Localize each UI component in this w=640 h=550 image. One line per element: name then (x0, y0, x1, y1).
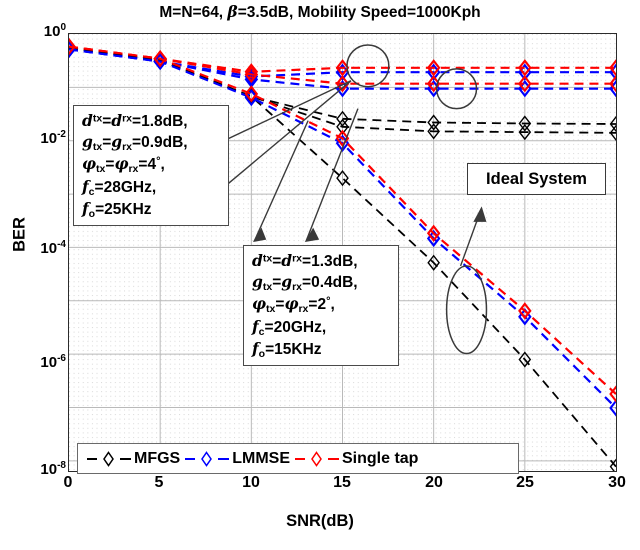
anno-a-fc-value: 28GHz, (103, 178, 157, 196)
x-tick-3: 15 (333, 474, 351, 491)
y-tick-1-exp: -2 (57, 129, 66, 140)
x-tick-4: 20 (425, 474, 443, 491)
legend-swatch-mfgs (87, 450, 131, 467)
chart-title-mid: =3.5dB, Mobility Speed=1000Kph (237, 4, 481, 21)
y-tick-3: 10-6 (40, 353, 66, 371)
y-tick-4-exp: -8 (57, 460, 66, 471)
legend-label-single-tap: Single tap (342, 449, 419, 467)
anno-b-line-d: dtx=drx=1.3dB, (252, 251, 358, 270)
anno-a-d-value: 1.8dB, (141, 113, 188, 130)
chart-title-prefix: M=N=64, (159, 4, 228, 21)
x-tick-0: 0 (63, 474, 73, 491)
y-tick-0: 100 (43, 22, 66, 40)
anno-b-fc-value: 20GHz, (273, 318, 327, 336)
anno-a-line-fc: fc=28GHz, (82, 176, 157, 198)
y-tick-0-exp: 0 (60, 22, 66, 33)
anno-a-phi-value: 4 (147, 156, 157, 174)
anno-a-g-value: 0.9dB, (141, 133, 188, 151)
legend-label-lmmse: LMMSE (232, 449, 290, 467)
anno-b-phi-value: 2 (317, 296, 327, 314)
y-tick-1: 10-2 (40, 129, 66, 147)
anno-a-line-g: gtx=grx=0.9dB, (82, 131, 188, 153)
x-tick-labels: 0 5 10 15 20 25 30 (0, 474, 640, 502)
annotation-box-ideal-system: Ideal System (467, 163, 606, 195)
chart-legend[interactable]: MFGS LMMSE Single tap (77, 443, 519, 474)
anno-b-line-fo: fo=15KHz (252, 338, 322, 360)
annotation-box-params-b: dtx=drx=1.3dB, gtx=grx=0.4dB, φtx=φrx=2°… (243, 245, 399, 367)
x-tick-2: 10 (242, 474, 260, 491)
anno-b-d-value: 1.3dB, (311, 253, 358, 270)
chart-title-beta: β (227, 2, 238, 21)
anno-b-g-value: 0.4dB, (311, 273, 358, 291)
x-tick-5: 25 (516, 474, 534, 491)
x-tick-1: 5 (154, 474, 164, 491)
legend-label-mfgs: MFGS (134, 449, 181, 467)
legend-item-mfgs[interactable]: MFGS (86, 450, 184, 468)
annotation-box-params-a: dtx=drx=1.8dB, gtx=grx=0.9dB, φtx=φrx=4°… (73, 105, 229, 227)
anno-b-line-phi: φtx=φrx=2°, (252, 294, 335, 316)
legend-item-lmmse[interactable]: LMMSE (184, 450, 294, 468)
legend-swatch-lmmse (185, 450, 230, 467)
anno-b-line-fc: fc=20GHz, (252, 316, 327, 338)
chart-title: M=N=64, β=3.5dB, Mobility Speed=1000Kph (0, 2, 640, 22)
anno-a-line-fo: fo=25KHz (82, 198, 152, 220)
y-tick-3-exp: -6 (57, 353, 66, 364)
anno-a-line-phi: φtx=φrx=4°, (82, 154, 165, 176)
anno-a-line-d: dtx=drx=1.8dB, (82, 111, 188, 130)
diamond-icon (201, 450, 213, 467)
chart-root: M=N=64, β=3.5dB, Mobility Speed=1000Kph … (0, 0, 640, 550)
legend-swatch-single-tap (295, 450, 339, 467)
anno-b-line-g: gtx=grx=0.4dB, (252, 271, 358, 293)
legend-item-single-tap[interactable]: Single tap (294, 450, 422, 468)
x-axis-title: SNR(dB) (286, 512, 354, 530)
anno-a-fo-value: 25KHz (104, 200, 152, 218)
ideal-system-label: Ideal System (486, 169, 587, 188)
diamond-icon (103, 450, 114, 467)
diamond-icon (311, 450, 322, 467)
anno-b-fo-value: 15KHz (274, 340, 322, 358)
x-tick-6: 30 (608, 474, 626, 491)
y-axis-title: BER (10, 217, 29, 252)
y-tick-2-exp: -4 (57, 239, 66, 250)
